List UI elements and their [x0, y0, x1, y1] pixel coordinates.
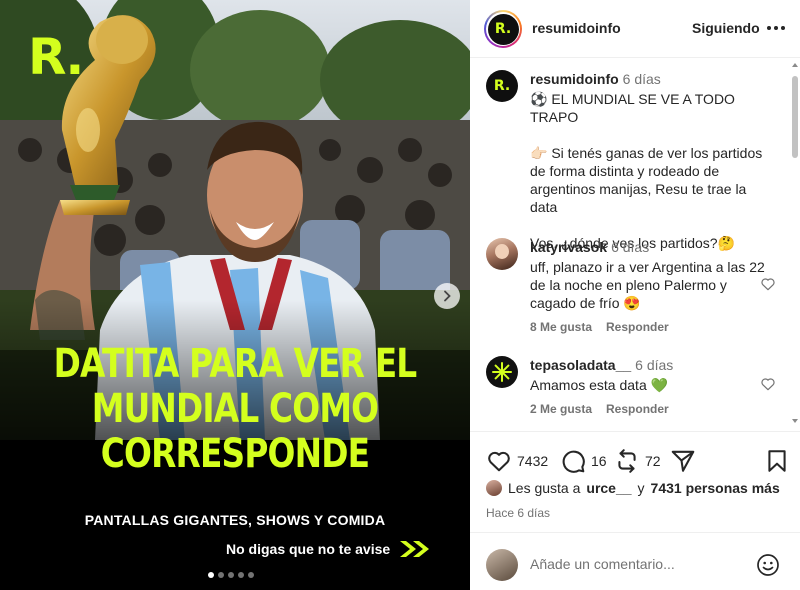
caption-line-2: 👉🏻 Si tenés ganas de ver los partidos de… — [530, 145, 763, 215]
post-actions: 7432 16 72 Les gusta a urce__ y 7431 per… — [470, 432, 800, 532]
comment-likes[interactable]: 8 Me gusta — [530, 320, 592, 334]
avatar — [486, 480, 502, 496]
comment-item: katyrivasok 6 días uff, planazo ir a ver … — [486, 238, 776, 338]
heart-icon[interactable] — [760, 276, 776, 292]
chevron-right-icon — [444, 290, 451, 302]
share-button[interactable] — [670, 448, 696, 474]
comment-item: tepasoladata__ 6 días Amamos esta data 💚 … — [486, 356, 776, 426]
caption-entry: R. resumidoinfo 6 días ⚽ EL MUNDIAL SE VE… — [486, 70, 776, 251]
caption-line-1: ⚽ EL MUNDIAL SE VE A TODO TRAPO — [530, 91, 735, 125]
heart-icon — [488, 451, 510, 472]
post-sidebar: R. resumidoinfo Siguiendo R. resumidoinf… — [470, 0, 800, 590]
bookmark-icon — [768, 450, 786, 472]
repost-icon — [618, 449, 636, 473]
cta-text: No digas que no te avise — [226, 541, 391, 557]
sun-logo-icon — [492, 362, 512, 382]
carousel-dots — [208, 572, 254, 578]
comment-username[interactable]: katyrivasok — [530, 239, 607, 255]
comment-time: 6 días — [635, 357, 674, 373]
comment-username[interactable]: tepasoladata__ — [530, 357, 631, 373]
following-button[interactable]: Siguiendo — [692, 20, 760, 36]
post-image[interactable]: R. DATITA PARA VER EL MUNDIAL COMO CORRE… — [0, 0, 470, 590]
avatar[interactable] — [486, 356, 518, 388]
avatar[interactable] — [486, 238, 518, 270]
carousel-dot — [208, 572, 214, 578]
comment-text: uff, planazo ir a ver Argentina a las 22… — [530, 259, 765, 311]
headline-line-2: MUNDIAL COMO — [91, 386, 379, 432]
avatar — [486, 549, 518, 581]
caption-username[interactable]: resumidoinfo — [530, 71, 619, 87]
reply-button[interactable]: Responder — [606, 402, 669, 416]
avatar[interactable]: R. — [486, 70, 518, 102]
repost-button[interactable]: 72 — [614, 448, 661, 474]
scroll-up-icon[interactable] — [792, 62, 798, 68]
send-icon — [671, 450, 695, 472]
repost-count: 72 — [645, 453, 661, 469]
comment-icon — [562, 450, 585, 473]
comment-input[interactable] — [530, 553, 750, 575]
brand-logo: R. — [28, 28, 84, 86]
post-headline: DATITA PARA VER EL MUNDIAL COMO CORRESPO… — [42, 342, 427, 477]
scrollbar-thumb[interactable] — [792, 76, 798, 158]
double-chevron-right-icon — [400, 541, 430, 557]
add-comment-bar — [470, 532, 800, 590]
carousel-dot — [248, 572, 254, 578]
carousel-dot — [238, 572, 244, 578]
comment-text: Amamos esta data 💚 — [530, 377, 669, 393]
cta-row: No digas que no te avise — [226, 540, 432, 558]
post-subhead: PANTALLAS GIGANTES, SHOWS Y COMIDA — [84, 512, 386, 528]
comments-list[interactable]: R. resumidoinfo 6 días ⚽ EL MUNDIAL SE VE… — [470, 58, 800, 432]
likes-others[interactable]: 7431 personas más — [651, 480, 780, 496]
headline-line-3: CORRESPONDE — [100, 431, 370, 477]
carousel-dot — [228, 572, 234, 578]
post-photo — [0, 0, 470, 590]
post-header: R. resumidoinfo Siguiendo — [470, 0, 800, 58]
caption-time: 6 días — [622, 71, 661, 87]
more-horizontal-icon[interactable] — [766, 18, 786, 38]
comment-button[interactable]: 16 — [560, 448, 607, 474]
header-username[interactable]: resumidoinfo — [532, 20, 621, 36]
comment-likes[interactable]: 2 Me gusta — [530, 402, 592, 416]
like-count: 7432 — [517, 453, 549, 469]
avatar: R. — [487, 13, 519, 45]
like-button[interactable]: 7432 — [486, 448, 548, 474]
scroll-down-icon[interactable] — [792, 418, 798, 424]
reply-button[interactable]: Responder — [606, 320, 669, 334]
save-button[interactable] — [764, 448, 790, 474]
scrollbar[interactable] — [792, 62, 798, 424]
likes-summary[interactable]: Les gusta a urce__ y 7431 personas más — [486, 480, 780, 496]
comment-time: 6 días — [611, 239, 650, 255]
comment-count: 16 — [591, 453, 607, 469]
headline-line-1: DATITA PARA VER EL — [53, 341, 418, 387]
carousel-next-button[interactable] — [434, 283, 460, 309]
likes-middle: y — [637, 480, 645, 496]
likes-prefix: Les gusta a — [508, 480, 581, 496]
likes-user[interactable]: urce__ — [586, 480, 631, 496]
story-ring[interactable]: R. — [484, 10, 522, 48]
post-date: Hace 6 días — [486, 506, 551, 520]
carousel-dot — [218, 572, 224, 578]
emoji-icon[interactable] — [756, 553, 780, 577]
heart-icon[interactable] — [760, 376, 776, 392]
